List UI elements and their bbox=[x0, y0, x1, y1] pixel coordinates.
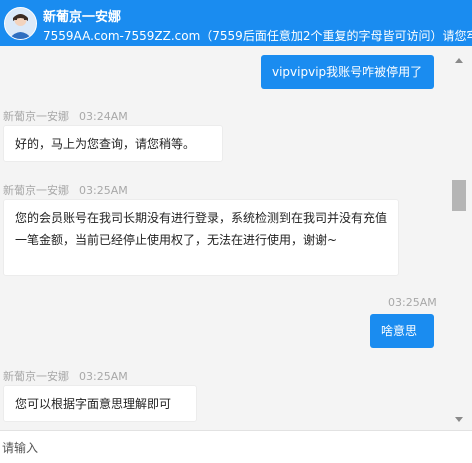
message-text: 好的，马上为您查询，请您稍等。 bbox=[15, 137, 196, 151]
chat-window: 新葡京一安娜 7559AA.com-7559ZZ.com（7559后面任意加2个… bbox=[0, 0, 472, 463]
scrollbar-thumb[interactable] bbox=[452, 180, 466, 211]
message-text: 您的会员账号在我司长期没有进行登录，系统检测到在我司并没有充值一笔金额，当前已经… bbox=[15, 211, 388, 247]
agent-message-bubble: 您可以根据字面意思理解即可 bbox=[3, 385, 197, 422]
user-message-bubble: 啥意思 bbox=[370, 314, 434, 348]
agent-message-bubble: 好的，马上为您查询，请您稍等。 bbox=[3, 125, 223, 162]
message-list[interactable]: vipvipvip我账号咋被停用了 新葡京一安娜 03:24AM 好的，马上为您查… bbox=[0, 46, 449, 430]
message-scrollbar[interactable] bbox=[449, 46, 472, 430]
message-text: 您可以根据字面意思理解即可 bbox=[15, 397, 172, 411]
scroll-down-icon[interactable] bbox=[455, 417, 463, 422]
agent-avatar-icon bbox=[4, 7, 37, 40]
scroll-up-icon[interactable] bbox=[455, 58, 463, 63]
agent-name: 新葡京一安娜 bbox=[43, 10, 122, 25]
message-composer bbox=[0, 430, 472, 463]
message-meta: 03:25AM bbox=[388, 296, 437, 309]
message-meta: 新葡京一安娜 03:25AM bbox=[3, 368, 128, 384]
message-input[interactable] bbox=[2, 439, 462, 459]
message-time: 03:25AM bbox=[388, 296, 437, 309]
user-message-bubble: vipvipvip我账号咋被停用了 bbox=[261, 55, 434, 89]
message-text: 啥意思 bbox=[381, 324, 418, 338]
message-text: vipvipvip我账号咋被停用了 bbox=[272, 65, 423, 79]
message-meta: 新葡京一安娜 03:25AM bbox=[3, 182, 128, 198]
message-meta: 新葡京一安娜 03:24AM bbox=[3, 108, 128, 124]
message-time: 03:25AM bbox=[79, 370, 128, 383]
sender-name: 新葡京一安娜 bbox=[3, 110, 69, 123]
message-time: 03:24AM bbox=[79, 110, 128, 123]
site-notice: 7559AA.com-7559ZZ.com（7559后面任意加2个重复的字母皆可… bbox=[43, 29, 472, 43]
sender-name: 新葡京一安娜 bbox=[3, 184, 69, 197]
chat-header: 新葡京一安娜 7559AA.com-7559ZZ.com（7559后面任意加2个… bbox=[0, 0, 472, 46]
agent-message-bubble: 您的会员账号在我司长期没有进行登录，系统检测到在我司并没有充值一笔金额，当前已经… bbox=[3, 199, 399, 276]
sender-name: 新葡京一安娜 bbox=[3, 370, 69, 383]
message-time: 03:25AM bbox=[79, 184, 128, 197]
